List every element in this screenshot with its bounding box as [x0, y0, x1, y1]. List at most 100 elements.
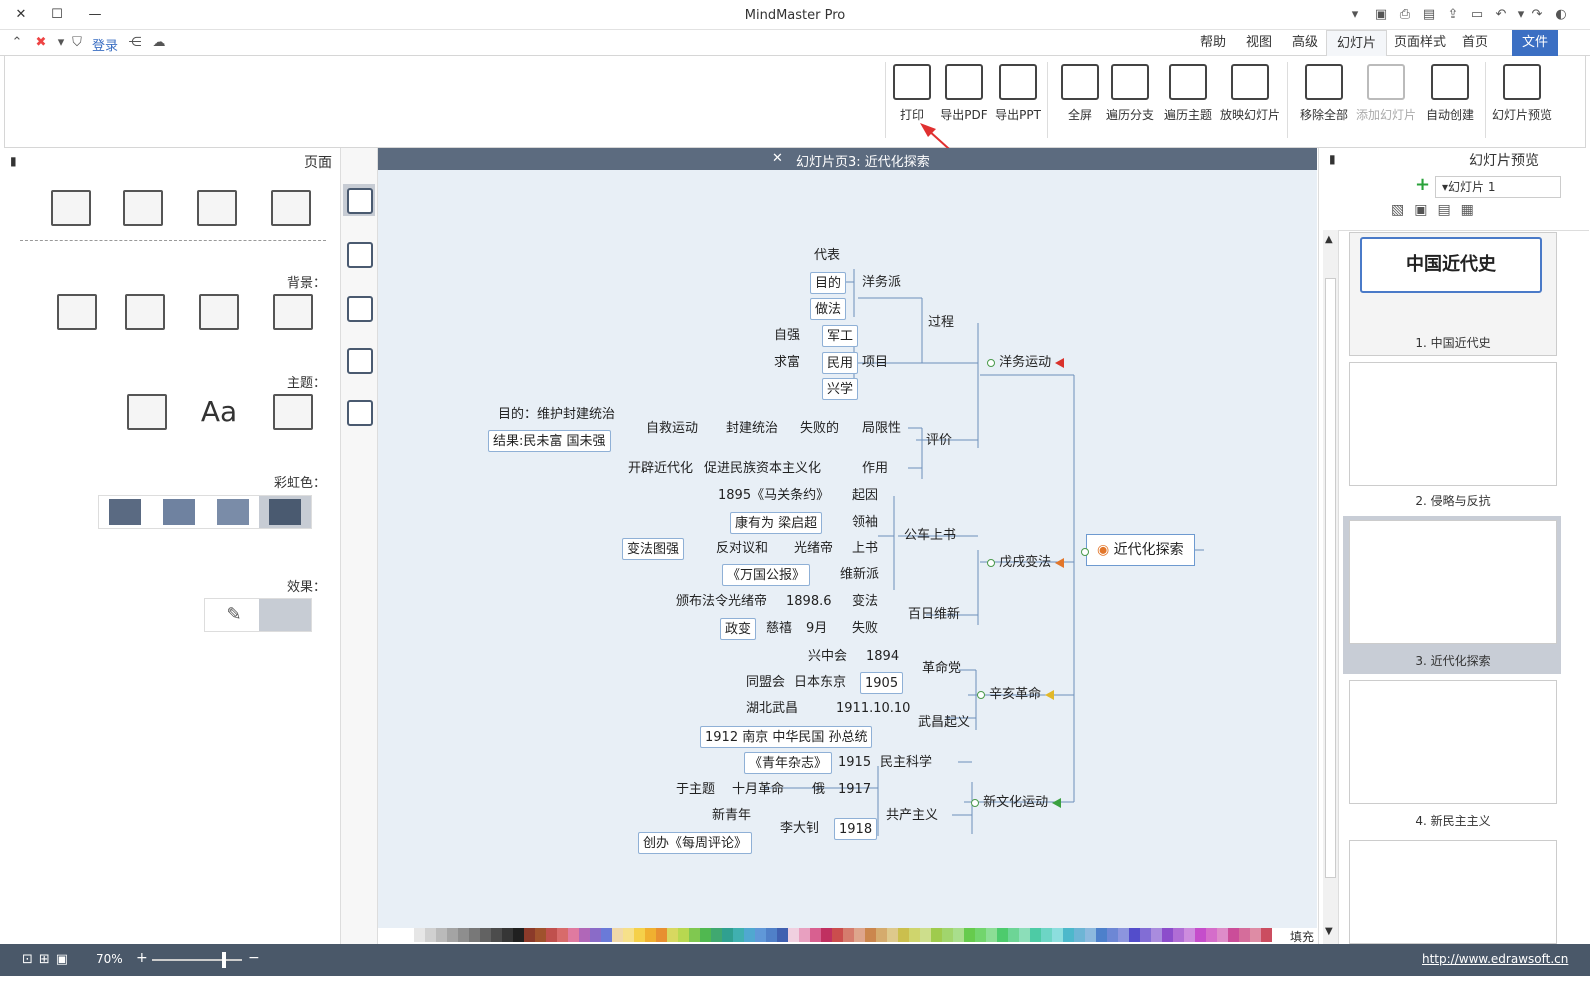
- export-icon[interactable]: ⇪: [1444, 6, 1462, 24]
- color-swatch[interactable]: [447, 928, 458, 942]
- color-swatch[interactable]: [678, 928, 689, 942]
- theme-table-icon[interactable]: [124, 394, 170, 434]
- undo-icon[interactable]: ↶: [1492, 6, 1510, 24]
- color-swatch[interactable]: [1195, 928, 1206, 942]
- color-swatch[interactable]: [832, 928, 843, 942]
- color-swatch[interactable]: [568, 928, 579, 942]
- topic-node[interactable]: 李大钊: [776, 818, 823, 840]
- menu-file[interactable]: 文件: [1512, 30, 1559, 56]
- layout-list-icon[interactable]: [48, 190, 94, 230]
- branch-topic[interactable]: 辛亥革命: [970, 684, 1058, 706]
- color-swatch[interactable]: [1228, 928, 1239, 942]
- color-swatch[interactable]: [1151, 928, 1162, 942]
- color-swatch[interactable]: [700, 928, 711, 942]
- export-ppt-button[interactable]: 导出PPT: [987, 64, 1049, 134]
- color-swatch[interactable]: [777, 928, 788, 942]
- color-swatch[interactable]: [1173, 928, 1184, 942]
- format-brush-icon[interactable]: [347, 188, 373, 214]
- topic-node[interactable]: 1915: [834, 752, 875, 774]
- color-swatch[interactable]: [557, 928, 568, 942]
- color-swatch[interactable]: [414, 928, 425, 942]
- topic-node[interactable]: 武昌起义: [914, 712, 974, 734]
- topic-node[interactable]: 十月革命: [728, 779, 788, 801]
- scroll-up-icon[interactable]: ▲: [1325, 234, 1333, 245]
- branch-topic[interactable]: 戊戌变法: [980, 552, 1068, 574]
- topic-node[interactable]: 起因: [848, 485, 882, 507]
- slide-select[interactable]: 幻灯片 1 ▾: [1435, 176, 1561, 198]
- login-link[interactable]: 登录: [92, 35, 118, 54]
- color-swatch[interactable]: [821, 928, 832, 942]
- topic-node[interactable]: 1894: [862, 646, 903, 668]
- mark-icon[interactable]: [347, 348, 373, 374]
- save-icon[interactable]: ▤: [1420, 6, 1438, 24]
- topic-node[interactable]: 颁布法令: [672, 591, 732, 613]
- color-swatch[interactable]: [964, 928, 975, 942]
- topic-node[interactable]: 失败的: [796, 418, 843, 440]
- color-swatch[interactable]: [733, 928, 744, 942]
- topic-node[interactable]: 创办《每周评论》: [638, 832, 753, 854]
- color-swatch[interactable]: [524, 928, 535, 942]
- background-fill-icon[interactable]: [270, 294, 316, 334]
- color-swatch[interactable]: [502, 928, 513, 942]
- topic-node[interactable]: 自救运动: [642, 418, 702, 440]
- collapse-marker[interactable]: [1078, 544, 1089, 558]
- color-swatch[interactable]: [1085, 928, 1096, 942]
- topic-node[interactable]: 过程: [924, 312, 958, 334]
- minimize-icon[interactable]: —: [84, 5, 106, 25]
- rainbow-option[interactable]: [217, 499, 249, 525]
- topic-node[interactable]: 共产主义: [882, 805, 942, 827]
- topic-node[interactable]: 1917: [834, 779, 875, 801]
- topic-node[interactable]: 公车上书: [900, 525, 960, 547]
- topic-node[interactable]: 俄: [808, 779, 829, 801]
- topic-node[interactable]: 《万国公报》: [722, 564, 811, 586]
- topic-node[interactable]: 同盟会: [742, 672, 789, 694]
- color-swatch[interactable]: [1030, 928, 1041, 942]
- collapse-icon[interactable]: ⌃: [8, 34, 26, 52]
- color-swatch[interactable]: [1206, 928, 1217, 942]
- menu-item-page-style[interactable]: 页面样式: [1384, 30, 1456, 56]
- zoom-slider[interactable]: [152, 959, 242, 961]
- menu-item-slides[interactable]: 幻灯片: [1326, 30, 1388, 57]
- redo-icon[interactable]: ↷: [1528, 6, 1546, 24]
- color-swatch[interactable]: [865, 928, 876, 942]
- color-swatch[interactable]: [1118, 928, 1129, 942]
- topic-node[interactable]: 民主科学: [876, 752, 936, 774]
- topic-node[interactable]: 洋务派: [858, 272, 905, 294]
- new-icon[interactable]: ▣: [1372, 6, 1390, 24]
- dropdown-icon[interactable]: ▾: [1346, 6, 1364, 24]
- color-swatch[interactable]: [788, 928, 799, 942]
- topic-node[interactable]: 变法图强: [622, 538, 685, 560]
- add-slide-icon[interactable]: +: [1415, 174, 1430, 195]
- color-swatch[interactable]: [1184, 928, 1195, 942]
- zoom-out-icon[interactable]: −: [248, 950, 260, 966]
- color-swatch[interactable]: [1052, 928, 1063, 942]
- topic-node[interactable]: 1912 南京 中华民国 孙总统: [700, 726, 873, 748]
- topic-node[interactable]: 目的: [810, 272, 847, 294]
- color-swatch[interactable]: [1261, 928, 1272, 942]
- rainbow-option[interactable]: [109, 499, 141, 525]
- print-button[interactable]: 打印: [881, 64, 943, 134]
- topic-node[interactable]: 百日维新: [904, 604, 964, 626]
- topic-node[interactable]: 军工: [822, 325, 859, 347]
- background-text-icon[interactable]: [54, 294, 100, 334]
- branch-topic[interactable]: 新文化运动: [964, 792, 1065, 814]
- menu-item-advanced[interactable]: 高级: [1282, 30, 1328, 56]
- color-swatch[interactable]: [931, 928, 942, 942]
- topic-node[interactable]: 上书: [848, 538, 882, 560]
- slide-preview-button[interactable]: 幻灯片预览: [1491, 64, 1553, 134]
- topic-node[interactable]: 革命党: [918, 658, 965, 680]
- color-swatch[interactable]: [920, 928, 931, 942]
- slide-thumb-3[interactable]: [1349, 520, 1557, 644]
- color-swatch[interactable]: [909, 928, 920, 942]
- scroll-down-icon[interactable]: ▼: [1325, 926, 1333, 937]
- topic-node[interactable]: 康有为 梁启超: [730, 512, 823, 534]
- color-swatch[interactable]: [854, 928, 865, 942]
- topic-node[interactable]: 9月: [802, 618, 831, 640]
- topic-node[interactable]: 1905: [860, 672, 904, 694]
- play-slides-button[interactable]: 放映幻灯片: [1219, 64, 1281, 134]
- background-image-icon[interactable]: [122, 294, 168, 334]
- topic-node[interactable]: 作用: [858, 458, 892, 480]
- close-icon[interactable]: ✕: [10, 5, 32, 25]
- color-swatch[interactable]: [590, 928, 601, 942]
- color-swatch[interactable]: [887, 928, 898, 942]
